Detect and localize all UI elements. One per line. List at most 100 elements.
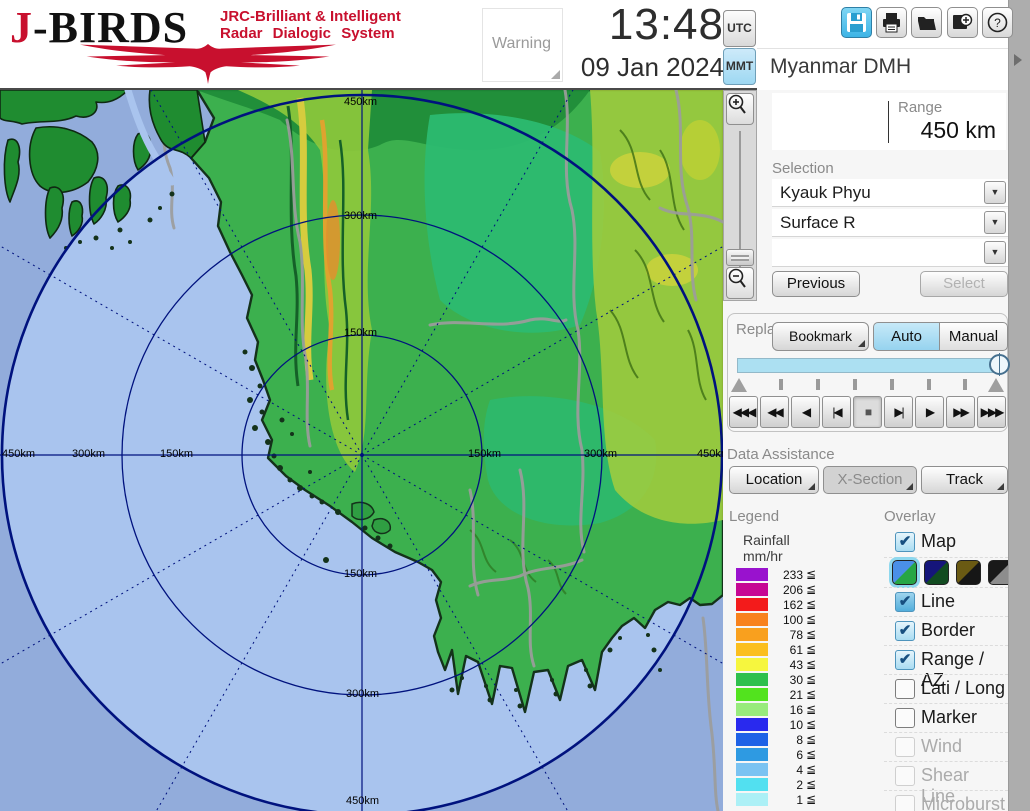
station-name: Myanmar DMH bbox=[770, 55, 911, 79]
data-assistance-label: Data Assistance bbox=[727, 446, 835, 463]
legend-swatch bbox=[736, 643, 768, 656]
less-equal-icon: ≦ bbox=[806, 597, 816, 611]
legend-value: 4 bbox=[773, 763, 803, 777]
less-equal-icon: ≦ bbox=[806, 657, 816, 671]
warning-dropdown[interactable]: Warning bbox=[482, 8, 563, 82]
legend-value: 8 bbox=[773, 733, 803, 747]
less-equal-icon: ≦ bbox=[806, 792, 816, 806]
legend-value: 16 bbox=[773, 703, 803, 717]
zoom-out-button[interactable] bbox=[726, 267, 754, 299]
ring-label: 300km bbox=[344, 210, 377, 222]
jbirds-app: 450km300km150km150km300km450km450km300km… bbox=[0, 0, 1030, 811]
overlay-row-microburst: ✔Microburst bbox=[884, 790, 1008, 811]
ring-label: 300km bbox=[346, 688, 379, 700]
bookmark-button[interactable]: Bookmark bbox=[772, 322, 869, 351]
map-style-row bbox=[884, 557, 1008, 587]
overlay-item-label: Wind bbox=[921, 736, 962, 757]
map-style-olive-black[interactable] bbox=[956, 560, 981, 585]
location-button[interactable]: Location bbox=[729, 466, 819, 494]
map-zoom-control bbox=[723, 90, 757, 301]
overlay-item-label: Marker bbox=[921, 707, 977, 728]
less-equal-icon: ≦ bbox=[806, 747, 816, 761]
play-forward-button[interactable]: ▶ bbox=[915, 396, 944, 428]
legend-row: 2≦ bbox=[729, 777, 879, 792]
collapse-arrow-icon bbox=[1014, 54, 1022, 66]
legend-row: 61≦ bbox=[729, 642, 879, 657]
help-button[interactable]: ? bbox=[982, 7, 1013, 38]
marker-checkbox[interactable]: ✔ bbox=[895, 708, 915, 728]
jump-backward-button[interactable]: ◀◀◀ bbox=[729, 396, 758, 428]
chevron-down-icon[interactable]: ▼ bbox=[984, 241, 1006, 264]
jump-forward-button[interactable]: ▶▶▶ bbox=[977, 396, 1006, 428]
manual-mode-button[interactable]: Manual bbox=[939, 322, 1008, 351]
overlay-item-label: Border bbox=[921, 620, 975, 641]
lati-long-checkbox[interactable]: ✔ bbox=[895, 679, 915, 699]
selection-label: Selection bbox=[772, 160, 834, 177]
map-checkbox[interactable]: ✔ bbox=[895, 532, 915, 552]
legend-swatch bbox=[736, 763, 768, 776]
legend-row: 4≦ bbox=[729, 762, 879, 777]
select-button[interactable]: Select bbox=[920, 271, 1008, 297]
panel-collapse-strip[interactable] bbox=[1008, 0, 1030, 811]
previous-button[interactable]: Previous bbox=[772, 271, 860, 297]
legend-row: 233≦ bbox=[729, 567, 879, 582]
less-equal-icon: ≦ bbox=[806, 702, 816, 716]
step-first-button[interactable]: |◀ bbox=[822, 396, 851, 428]
overlay-row-wind: ✔ Wind bbox=[884, 732, 1008, 761]
overlay-item-label: Lati / Long bbox=[921, 678, 1005, 699]
legend-row: 8≦ bbox=[729, 732, 879, 747]
range-start-marker[interactable] bbox=[731, 378, 747, 392]
range-end-marker[interactable] bbox=[988, 378, 1004, 392]
legend-value: 21 bbox=[773, 688, 803, 702]
slider-tick bbox=[816, 379, 820, 390]
overlay-label: Overlay bbox=[884, 508, 936, 525]
overlay-row-shear-line: ✔Shear Line bbox=[884, 761, 1008, 790]
play-backward-button[interactable]: ◀ bbox=[791, 396, 820, 428]
legend-swatch bbox=[736, 628, 768, 641]
open-folder-button[interactable] bbox=[911, 7, 942, 38]
track-button[interactable]: Track bbox=[921, 466, 1008, 494]
option-dropdown[interactable]: ▼ bbox=[772, 239, 1008, 267]
legend-row: 30≦ bbox=[729, 672, 879, 687]
warning-label: Warning bbox=[492, 35, 551, 53]
capture-button[interactable] bbox=[947, 7, 978, 38]
replay-slider-handle[interactable] bbox=[989, 354, 1010, 375]
legend-row: 10≦ bbox=[729, 717, 879, 732]
menu-corner-icon bbox=[858, 340, 865, 347]
range-label: Range bbox=[898, 99, 942, 116]
chevron-down-icon[interactable]: ▼ bbox=[984, 211, 1006, 234]
auto-mode-button[interactable]: Auto bbox=[873, 322, 939, 351]
legend-value: 10 bbox=[773, 718, 803, 732]
zoom-in-button[interactable] bbox=[726, 93, 754, 125]
range-az-checkbox[interactable]: ✔ bbox=[895, 650, 915, 670]
wind-checkbox: ✔ bbox=[895, 737, 915, 757]
fast-backward-button[interactable]: ◀◀ bbox=[760, 396, 789, 428]
zoom-slider-handle[interactable] bbox=[726, 249, 754, 266]
menu-corner-icon bbox=[997, 483, 1004, 490]
legend-value: 30 bbox=[773, 673, 803, 687]
border-checkbox[interactable]: ✔ bbox=[895, 621, 915, 641]
open-folder-icon bbox=[916, 12, 937, 33]
stop-button[interactable]: ■ bbox=[853, 396, 882, 428]
map-style-blue-green[interactable] bbox=[892, 560, 917, 585]
menu-corner-icon bbox=[906, 483, 913, 490]
overlay-row-line: ✔Line bbox=[884, 587, 1008, 616]
legend-row: 21≦ bbox=[729, 687, 879, 702]
less-equal-icon: ≦ bbox=[806, 762, 816, 776]
map-style-navy-darkgreen[interactable] bbox=[924, 560, 949, 585]
divider bbox=[888, 101, 889, 143]
site-dropdown[interactable]: Kyauk Phyu ▼ bbox=[772, 179, 1008, 207]
save-button[interactable] bbox=[841, 7, 872, 38]
print-button[interactable] bbox=[876, 7, 907, 38]
radar-map-viewport[interactable]: 450km300km150km150km300km450km450km300km… bbox=[0, 90, 723, 811]
x-section-button[interactable]: X-Section bbox=[823, 466, 917, 494]
product-dropdown[interactable]: Surface R ▼ bbox=[772, 209, 1008, 237]
mmt-button[interactable]: MMT bbox=[723, 48, 756, 85]
replay-slider-track[interactable] bbox=[737, 358, 1003, 373]
time-value: 13:48 bbox=[552, 0, 724, 50]
chevron-down-icon[interactable]: ▼ bbox=[984, 181, 1006, 204]
utc-button[interactable]: UTC bbox=[723, 10, 756, 47]
step-last-button[interactable]: ▶| bbox=[884, 396, 913, 428]
fast-forward-button[interactable]: ▶▶ bbox=[946, 396, 975, 428]
line-checkbox[interactable]: ✔ bbox=[895, 592, 915, 612]
